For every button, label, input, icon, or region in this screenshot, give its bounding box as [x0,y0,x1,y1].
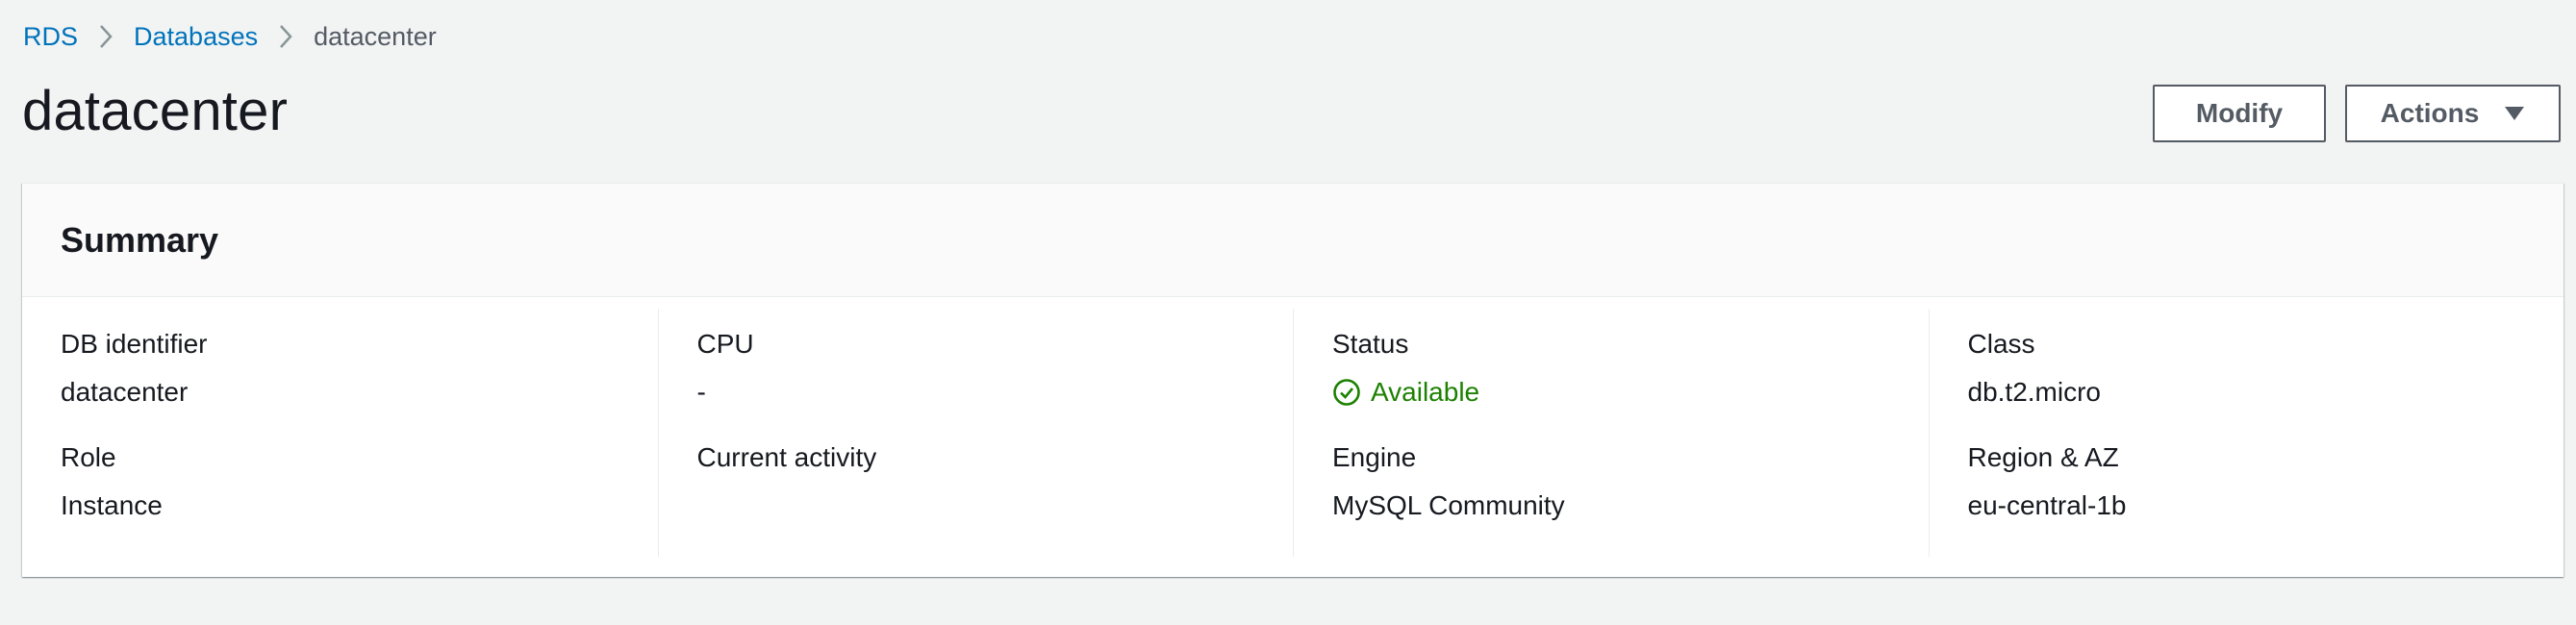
field-region-az: Region & AZ eu-central-1b [1968,441,2526,522]
field-status: Status Available [1332,328,1890,409]
field-class: Class db.t2.micro [1968,328,2526,409]
summary-grid: DB identifier datacenter Role Instance C… [22,297,2563,578]
field-label: CPU [696,329,754,359]
field-value: MySQL Community [1332,490,1565,520]
chevron-right-icon [99,24,113,49]
summary-column-1: DB identifier datacenter Role Instance [22,309,658,557]
check-circle-icon [1333,379,1360,406]
field-current-activity: Current activity [697,441,1255,522]
header-actions: Modify Actions [2153,85,2561,142]
field-value: - [696,377,706,407]
status-indicator: Available [1332,376,1890,409]
field-label: Region & AZ [1967,442,2119,472]
field-value: datacenter [61,377,189,407]
actions-button-label: Actions [2380,98,2480,128]
summary-title: Summary [61,219,219,260]
field-label: Class [1967,329,2035,359]
summary-header: Summary [22,184,2563,297]
field-db-identifier: DB identifier datacenter [61,328,619,409]
summary-column-4: Class db.t2.micro Region & AZ eu-central… [1928,309,2564,557]
field-label: Engine [1332,442,1417,472]
field-label: Status [1332,329,1409,359]
breadcrumb-rds-link[interactable]: RDS [23,22,78,52]
status-text: Available [1371,377,1480,407]
field-value: Instance [61,490,163,520]
field-value: eu-central-1b [1967,490,2127,520]
summary-column-3: Status Available Engine MySQL Community [1293,309,1929,557]
page-title: datacenter [22,80,289,142]
field-cpu: CPU - [697,328,1255,409]
breadcrumb-databases-link[interactable]: Databases [134,22,258,52]
caret-down-icon [2504,106,2525,121]
field-value: db.t2.micro [1967,377,2102,407]
modify-button-label: Modify [2195,98,2284,128]
field-label: Current activity [696,442,877,472]
field-label: DB identifier [61,329,208,359]
breadcrumb-current: datacenter [314,21,437,51]
chevron-right-icon [279,24,292,49]
actions-dropdown-button[interactable]: Actions [2345,85,2561,142]
summary-column-2: CPU - Current activity [657,309,1294,557]
summary-panel: Summary DB identifier datacenter Role In… [22,183,2563,577]
field-value [697,489,1255,522]
field-engine: Engine MySQL Community [1332,441,1890,522]
modify-button[interactable]: Modify [2153,85,2326,142]
field-label: Role [61,442,116,472]
breadcrumb: RDS Databases datacenter [23,19,437,54]
field-role: Role Instance [61,441,619,522]
